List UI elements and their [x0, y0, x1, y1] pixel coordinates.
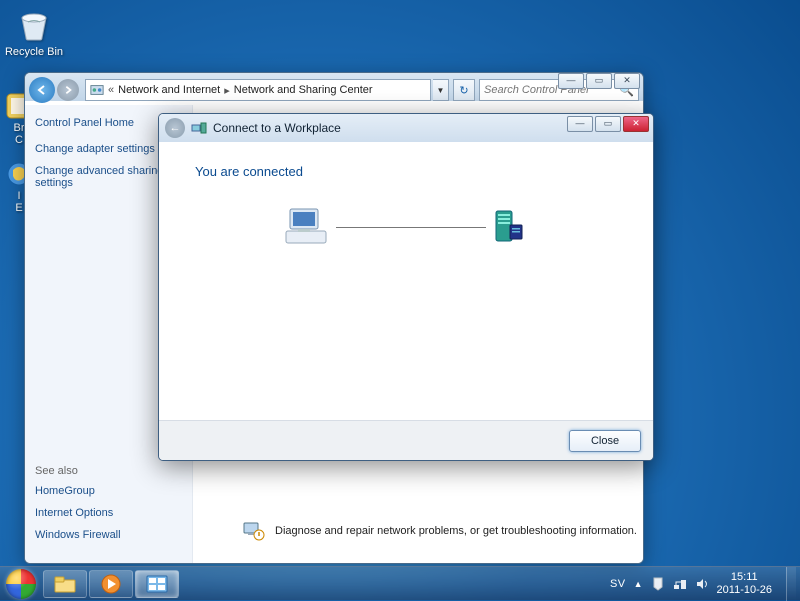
- taskbar: SV ▲ 15:11 2011-10-26: [0, 566, 800, 600]
- troubleshoot-text[interactable]: Diagnose and repair network problems, or…: [275, 525, 637, 537]
- tray-chevron-icon[interactable]: ▲: [634, 579, 643, 589]
- wizard-title: Connect to a Workplace: [213, 121, 341, 135]
- workplace-icon: [191, 120, 207, 136]
- recycle-bin-icon[interactable]: Recycle Bin: [4, 4, 64, 58]
- address-bar[interactable]: « Network and Internet ▸ Network and Sha…: [85, 79, 431, 101]
- windows-firewall-link[interactable]: Windows Firewall: [35, 529, 182, 541]
- taskbar-explorer[interactable]: [43, 570, 87, 598]
- wizard-titlebar[interactable]: ← Connect to a Workplace — ▭ ✕: [159, 114, 653, 142]
- internet-options-link[interactable]: Internet Options: [35, 507, 182, 519]
- computer-icon: [284, 205, 334, 249]
- breadcrumb-part[interactable]: Network and Internet: [118, 84, 220, 96]
- see-also-label: See also: [35, 465, 182, 477]
- server-icon: [488, 207, 528, 247]
- wizard-back-button: ←: [165, 118, 185, 138]
- connect-workplace-dialog: ← Connect to a Workplace — ▭ ✕ You are c…: [158, 113, 654, 461]
- clock[interactable]: 15:11 2011-10-26: [717, 571, 772, 596]
- taskbar-mediaplayer[interactable]: [89, 570, 133, 598]
- troubleshoot-icon: [241, 519, 265, 543]
- wizard-close-button[interactable]: ✕: [623, 116, 649, 132]
- desktop: Recycle Bin Br C I E — ▭ ✕ « Network and…: [0, 0, 800, 600]
- nav-back-button[interactable]: [29, 77, 55, 103]
- maximize-button[interactable]: ▭: [586, 73, 612, 89]
- nav-forward-button[interactable]: [57, 79, 79, 101]
- recycle-bin-label: Recycle Bin: [4, 46, 64, 58]
- refresh-button[interactable]: ↻: [453, 79, 475, 101]
- address-dropdown[interactable]: ▼: [433, 79, 449, 101]
- wizard-minimize-button[interactable]: —: [567, 116, 593, 132]
- show-desktop-button[interactable]: [786, 567, 796, 601]
- close-button[interactable]: Close: [569, 430, 641, 452]
- start-button[interactable]: [0, 567, 42, 601]
- network-icon[interactable]: [673, 577, 687, 591]
- wizard-maximize-button[interactable]: ▭: [595, 116, 621, 132]
- volume-icon[interactable]: [695, 577, 709, 591]
- minimize-button[interactable]: —: [558, 73, 584, 89]
- system-tray: SV ▲ 15:11 2011-10-26: [610, 567, 800, 601]
- control-panel-icon: [90, 83, 104, 97]
- homegroup-link[interactable]: HomeGroup: [35, 485, 182, 497]
- close-button[interactable]: ✕: [614, 73, 640, 89]
- breadcrumb-part[interactable]: Network and Sharing Center: [234, 84, 373, 96]
- taskbar-control-panel[interactable]: [135, 570, 179, 598]
- language-indicator[interactable]: SV: [610, 578, 626, 590]
- connection-graphic: [195, 205, 617, 249]
- connection-status: You are connected: [195, 164, 617, 179]
- action-center-icon[interactable]: [651, 577, 665, 591]
